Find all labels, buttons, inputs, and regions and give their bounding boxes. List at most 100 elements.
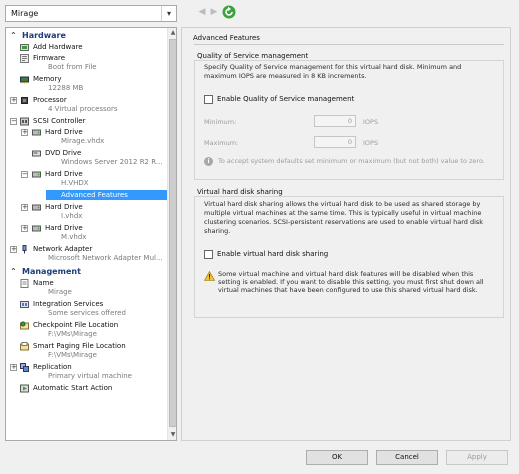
tree-item-add-hardware[interactable]: Add Hardware: [6, 42, 167, 52]
vm-select-value: Mirage: [11, 9, 39, 18]
sharing-description: Virtual hard disk sharing allows the vir…: [204, 200, 484, 235]
checkpoint-location-value: F:\VMs\Mirage: [48, 330, 97, 338]
tree-item-hard-drive-4[interactable]: + Hard Drive M.vhdx: [6, 223, 167, 242]
management-section-label: Management: [22, 267, 81, 276]
firmware-label: Firmware: [33, 54, 66, 62]
tree-item-checkpoint-location[interactable]: Checkpoint File Location F:\VMs\Mirage: [6, 320, 167, 339]
hard-drive-4-label: Hard Drive: [45, 224, 83, 232]
expand-plus-icon[interactable]: +: [21, 204, 28, 211]
memory-label: Memory: [33, 75, 62, 83]
collapse-chevron-icon[interactable]: ⌃: [10, 30, 17, 41]
qos-minimum-input[interactable]: 0: [314, 115, 356, 127]
hard-drive-2-value: H.VHDX: [61, 179, 89, 187]
back-button[interactable]: ◀: [196, 6, 208, 19]
chevron-down-icon[interactable]: ▾: [161, 6, 176, 21]
smart-paging-value: F:\VMs\Mirage: [48, 351, 97, 359]
qos-maximum-input[interactable]: 0: [314, 136, 356, 148]
sharing-enable-label: Enable virtual hard disk sharing: [217, 250, 329, 258]
details-pane: Advanced Features Quality of Service man…: [181, 27, 511, 441]
warning-icon: [204, 271, 215, 281]
qos-info-text: To accept system defaults set minimum or…: [218, 157, 485, 165]
expand-plus-icon[interactable]: +: [21, 129, 28, 136]
tree-item-processor[interactable]: + Processor 4 Virtual processors: [6, 95, 167, 114]
network-adapter-label: Network Adapter: [33, 245, 93, 253]
qos-enable-label: Enable Quality of Service management: [217, 95, 355, 103]
qos-minimum-unit: IOPS: [363, 118, 379, 126]
replication-label: Replication: [33, 363, 72, 371]
memory-icon: [20, 76, 29, 84]
scroll-up-icon[interactable]: ▲: [168, 28, 176, 38]
forward-button[interactable]: ▶: [208, 6, 220, 19]
collapse-chevron-icon[interactable]: ⌃: [10, 266, 17, 277]
scsi-controller-icon: [20, 117, 29, 126]
tree-scrollbar[interactable]: ▲ ▼: [167, 28, 176, 440]
add-hardware-icon: [20, 44, 29, 51]
expand-plus-icon[interactable]: +: [10, 246, 17, 253]
scrollbar-thumb[interactable]: [169, 39, 176, 427]
refresh-icon[interactable]: [222, 5, 236, 19]
tree-item-smart-paging[interactable]: Smart Paging File Location F:\VMs\Mirage: [6, 341, 167, 360]
smart-paging-icon: [20, 342, 29, 351]
name-icon: [20, 279, 29, 288]
tree-item-automatic-start[interactable]: Automatic Start Action: [6, 383, 167, 393]
qos-group-title: Quality of Service management: [197, 52, 309, 60]
dvd-drive-value: Windows Server 2012 R2 R...: [61, 158, 163, 166]
apply-button[interactable]: Apply: [446, 450, 508, 465]
automatic-start-icon: [20, 384, 29, 393]
scsi-controller-label: SCSI Controller: [33, 117, 86, 125]
vm-select[interactable]: Mirage ▾: [5, 5, 177, 22]
sharing-enable-checkbox[interactable]: [204, 250, 213, 259]
hardware-section-header[interactable]: ⌃ Hardware: [6, 30, 167, 41]
qos-minimum-label: Minimum:: [204, 118, 237, 126]
replication-icon: [20, 363, 29, 372]
name-value: Mirage: [48, 288, 72, 296]
scroll-down-icon[interactable]: ▼: [168, 430, 176, 440]
integration-services-label: Integration Services: [33, 300, 104, 308]
processor-value: 4 Virtual processors: [48, 105, 118, 113]
hard-drive-icon: [32, 171, 41, 178]
expand-plus-icon[interactable]: +: [10, 364, 17, 371]
tree-item-name[interactable]: Name Mirage: [6, 278, 167, 297]
expand-plus-icon[interactable]: +: [21, 225, 28, 232]
advanced-features-label: Advanced Features: [46, 190, 167, 200]
tree-item-memory[interactable]: Memory 12288 MB: [6, 74, 167, 93]
tree-item-dvd-drive[interactable]: DVD Drive Windows Server 2012 R2 R...: [6, 148, 167, 167]
tree-item-hard-drive-2[interactable]: − Hard Drive H.VHDX: [6, 169, 167, 188]
sharing-group-title: Virtual hard disk sharing: [197, 188, 283, 196]
collapse-minus-icon[interactable]: −: [21, 171, 28, 178]
tree-item-hard-drive-3[interactable]: + Hard Drive I.vhdx: [6, 202, 167, 221]
tree-item-firmware[interactable]: Firmware Boot from File: [6, 53, 167, 72]
name-label: Name: [33, 279, 54, 287]
qos-maximum-unit: IOPS: [363, 139, 379, 147]
tree-item-hard-drive-1[interactable]: + Hard Drive Mirage.vhdx: [6, 127, 167, 146]
checkpoint-icon: [20, 321, 29, 330]
expand-plus-icon[interactable]: +: [10, 97, 17, 104]
hard-drive-icon: [32, 204, 41, 211]
tree-item-replication[interactable]: + Replication Primary virtual machine: [6, 362, 167, 381]
ok-button[interactable]: OK: [306, 450, 368, 465]
processor-icon: [21, 97, 28, 104]
collapse-minus-icon[interactable]: −: [10, 118, 17, 125]
hard-drive-3-label: Hard Drive: [45, 203, 83, 211]
checkpoint-location-label: Checkpoint File Location: [33, 321, 119, 329]
tree-item-scsi-controller[interactable]: − SCSI Controller: [6, 116, 167, 126]
integration-services-icon: [20, 301, 29, 308]
integration-services-value: Some services offered: [48, 309, 126, 317]
memory-value: 12288 MB: [48, 84, 84, 92]
hard-drive-3-value: I.vhdx: [61, 212, 83, 220]
management-section-header[interactable]: ⌃ Management: [6, 266, 167, 277]
add-hardware-label: Add Hardware: [33, 43, 83, 51]
hard-drive-1-value: Mirage.vhdx: [61, 137, 105, 145]
cancel-button[interactable]: Cancel: [376, 450, 438, 465]
hard-drive-icon: [32, 225, 41, 232]
network-adapter-value: Microsoft Network Adapter Mul...: [48, 254, 163, 262]
settings-tree-pane: ⌃ Hardware Add Hardware Firmware Boot fr…: [5, 27, 177, 441]
tree-item-network-adapter[interactable]: + Network Adapter Microsoft Network Adap…: [6, 244, 167, 263]
qos-enable-checkbox[interactable]: [204, 95, 213, 104]
dvd-drive-icon: [32, 150, 41, 157]
firmware-icon: [20, 54, 29, 63]
hard-drive-2-label: Hard Drive: [45, 170, 83, 178]
replication-value: Primary virtual machine: [48, 372, 132, 380]
tree-item-advanced-features[interactable]: Advanced Features: [6, 190, 167, 200]
tree-item-integration-services[interactable]: Integration Services Some services offer…: [6, 299, 167, 318]
